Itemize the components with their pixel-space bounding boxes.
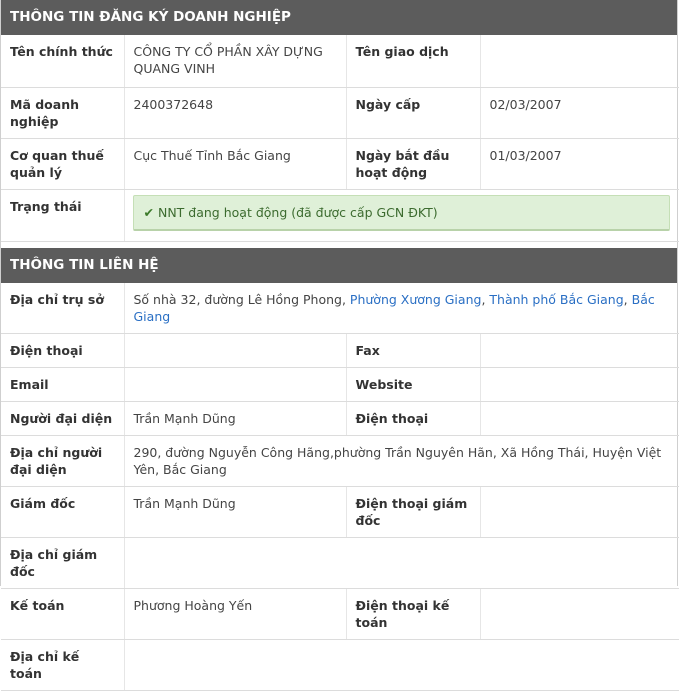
start-date-label: Ngày bắt đầu hoạt động (346, 138, 481, 190)
registration-table: Tên chính thức CÔNG TY CỔ PHẦN XÂY DỰNG … (1, 35, 679, 242)
accountant-label: Kế toán (1, 588, 125, 640)
official-name-label: Tên chính thức (1, 35, 125, 88)
address-label: Địa chỉ trụ sở (1, 282, 125, 334)
issue-date-value: 02/03/2007 (480, 87, 679, 139)
accountant-address-label: Địa chỉ kế toán (1, 639, 125, 691)
official-name-value: CÔNG TY CỔ PHẦN XÂY DỰNG QUANG VINH (124, 35, 347, 88)
city-link[interactable]: Thành phố Bắc Giang (489, 292, 623, 307)
email-label: Email (1, 367, 125, 402)
status-text: NNT đang hoạt động (đã được cấp GCN ĐKT) (157, 204, 438, 220)
table-row: Địa chỉ kế toán (1, 639, 680, 691)
table-row: Giám đốc Trần Mạnh Dũng Điện thoại giám … (1, 486, 680, 538)
start-date-value: 01/03/2007 (480, 138, 679, 190)
phone-label: Điện thoại (1, 333, 125, 368)
website-label: Website (346, 367, 481, 402)
director-address-value (124, 537, 680, 589)
representative-label: Người đại diện (1, 401, 125, 436)
contact-section-title: THÔNG TIN LIÊN HỆ (1, 247, 677, 283)
director-label: Giám đốc (1, 486, 125, 538)
table-row: Điện thoại Fax (1, 333, 680, 368)
tax-authority-label: Cơ quan thuế quản lý (1, 138, 125, 190)
accountant-phone-value (480, 588, 680, 640)
tax-code-label: Mã doanh nghiệp (1, 87, 125, 139)
table-row: Trạng thái ✔ NNT đang hoạt động (đã được … (1, 189, 679, 242)
table-row: Kế toán Phương Hoàng Yến Điện thoại kế t… (1, 588, 680, 640)
ward-link[interactable]: Phường Xương Giang (350, 292, 482, 307)
accountant-address-value (124, 639, 680, 691)
director-address-label: Địa chỉ giám đốc (1, 537, 125, 589)
director-phone-value (480, 486, 680, 538)
tax-authority-value: Cục Thuế Tỉnh Bắc Giang (124, 138, 347, 190)
table-row: Địa chỉ trụ sở Số nhà 32, đường Lê Hồng … (1, 282, 680, 334)
fax-label: Fax (346, 333, 481, 368)
table-row: Địa chỉ người đại diện 290, đường Nguyễn… (1, 435, 680, 487)
representative-value: Trần Mạnh Dũng (124, 401, 347, 436)
phone-value (124, 333, 347, 368)
address-street: Số nhà 32, đường Lê Hồng Phong, (133, 291, 350, 307)
table-row: Người đại diện Trần Mạnh Dũng Điện thoại (1, 401, 680, 436)
table-row: Địa chỉ giám đốc (1, 537, 680, 589)
fax-value (480, 333, 680, 368)
table-row: Tên chính thức CÔNG TY CỔ PHẦN XÂY DỰNG … (1, 35, 679, 88)
registration-section-title: THÔNG TIN ĐĂNG KÝ DOANH NGHIỆP (1, 0, 677, 35)
representative-address-label: Địa chỉ người đại diện (1, 435, 125, 487)
representative-phone-value (480, 401, 680, 436)
address-value: Số nhà 32, đường Lê Hồng Phong, Phường X… (124, 282, 680, 334)
representative-address-value: 290, đường Nguyễn Công Hãng,phường Trần … (124, 435, 680, 487)
website-value (480, 367, 680, 402)
issue-date-label: Ngày cấp (346, 87, 481, 139)
accountant-value: Phương Hoàng Yến (124, 588, 347, 640)
check-icon: ✔ (143, 204, 154, 220)
table-row: Cơ quan thuế quản lý Cục Thuế Tỉnh Bắc G… (1, 138, 679, 190)
director-phone-label: Điện thoại giám đốc (346, 486, 481, 538)
representative-phone-label: Điện thoại (346, 401, 481, 436)
status-cell: ✔ NNT đang hoạt động (đã được cấp GCN ĐKT… (124, 189, 679, 242)
director-value: Trần Mạnh Dũng (124, 486, 347, 538)
accountant-phone-label: Điện thoại kế toán (346, 588, 481, 640)
address-separator: , (623, 291, 632, 307)
trade-name-label: Tên giao dịch (346, 35, 481, 88)
company-info-panel: THÔNG TIN ĐĂNG KÝ DOANH NGHIỆP Tên chính… (0, 0, 680, 691)
email-value (124, 367, 347, 402)
table-row: Email Website (1, 367, 680, 402)
status-badge: ✔ NNT đang hoạt động (đã được cấp GCN ĐKT… (132, 194, 670, 231)
trade-name-value (480, 35, 679, 88)
table-row: Mã doanh nghiệp 2400372648 Ngày cấp 02/0… (1, 87, 679, 139)
contact-table: Địa chỉ trụ sở Số nhà 32, đường Lê Hồng … (1, 282, 680, 691)
status-label: Trạng thái (1, 189, 125, 242)
tax-code-value: 2400372648 (124, 87, 347, 139)
